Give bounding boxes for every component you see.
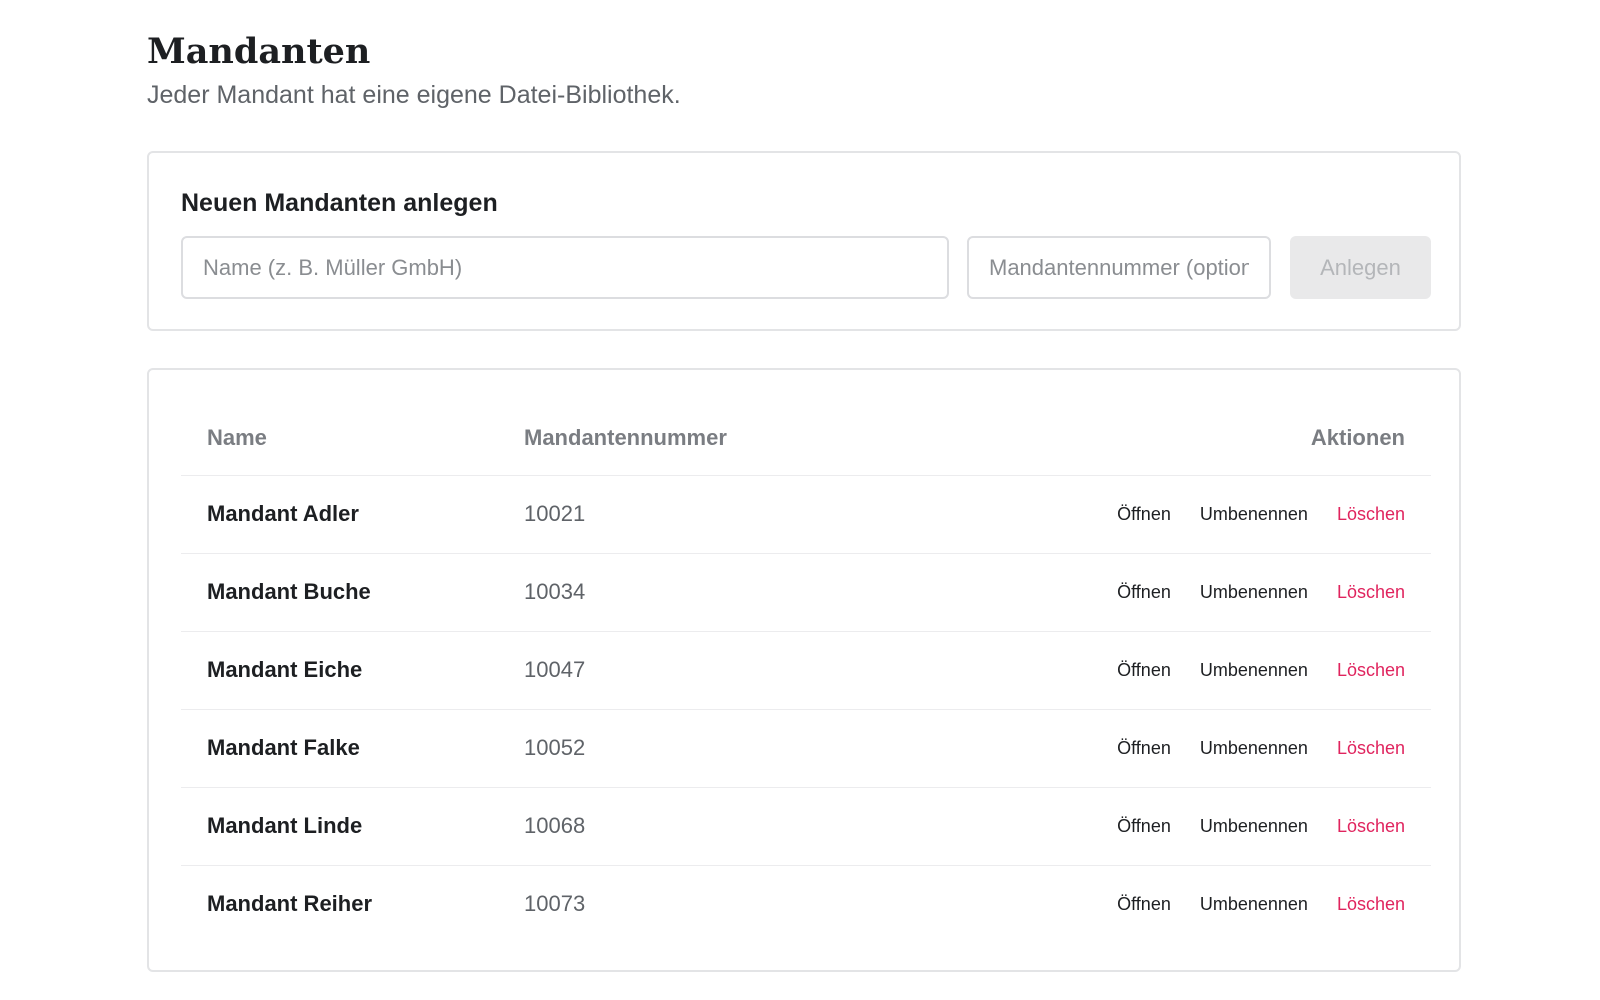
row-actions: Öffnen Umbenennen Löschen bbox=[1117, 734, 1405, 762]
rename-button[interactable]: Umbenennen bbox=[1200, 656, 1308, 684]
client-number: 10034 bbox=[524, 579, 586, 604]
table-row: Mandant Linde 10068 Öffnen Umbenennen Lösche… bbox=[181, 788, 1431, 866]
open-button[interactable]: Öffnen bbox=[1117, 734, 1171, 762]
table-row: Mandant Falke 10052 Öffnen Umbenennen Lösche… bbox=[181, 710, 1431, 788]
client-name: Mandant Linde bbox=[207, 813, 363, 838]
client-number: 10052 bbox=[524, 735, 586, 760]
row-actions: Öffnen Umbenennen Löschen bbox=[1117, 812, 1405, 840]
rename-button[interactable]: Umbenennen bbox=[1200, 734, 1308, 762]
client-name: Mandant Eiche bbox=[207, 657, 363, 682]
rename-button[interactable]: Umbenennen bbox=[1200, 578, 1308, 606]
open-button[interactable]: Öffnen bbox=[1117, 578, 1171, 606]
client-number: 10068 bbox=[524, 813, 586, 838]
table-header: Name Mandantennummer Aktionen bbox=[181, 398, 1431, 476]
open-button[interactable]: Öffnen bbox=[1117, 890, 1171, 918]
column-header-actions: Aktionen bbox=[1310, 425, 1405, 450]
client-table: Name Mandantennummer Aktionen Mandant Ad… bbox=[181, 398, 1431, 943]
rename-button[interactable]: Umbenennen bbox=[1200, 812, 1308, 840]
create-client-card: Neuen Mandanten anlegen Anlegen bbox=[147, 151, 1461, 331]
column-header-name: Name bbox=[207, 425, 267, 450]
column-header-number: Mandantennummer bbox=[524, 425, 727, 450]
page: Mandanten Jeder Mandant hat eine eigene … bbox=[0, 0, 1600, 1000]
table-row: Mandant Adler 10021 Öffnen Umbenennen Lösche… bbox=[181, 476, 1431, 554]
delete-button[interactable]: Löschen bbox=[1337, 656, 1405, 684]
client-name: Mandant Falke bbox=[207, 735, 360, 760]
row-actions: Öffnen Umbenennen Löschen bbox=[1117, 578, 1405, 606]
create-client-button[interactable]: Anlegen bbox=[1290, 236, 1431, 299]
table-row: Mandant Buche 10034 Öffnen Umbenennen Lösche… bbox=[181, 554, 1431, 632]
create-client-title: Neuen Mandanten anlegen bbox=[181, 189, 498, 217]
client-name: Mandant Adler bbox=[207, 501, 359, 526]
open-button[interactable]: Öffnen bbox=[1117, 656, 1171, 684]
table-row: Mandant Eiche 10047 Öffnen Umbenennen Lösche… bbox=[181, 632, 1431, 710]
client-number-input[interactable] bbox=[967, 236, 1271, 299]
open-button[interactable]: Öffnen bbox=[1117, 812, 1171, 840]
client-name: Mandant Reiher bbox=[207, 891, 373, 916]
delete-button[interactable]: Löschen bbox=[1337, 734, 1405, 762]
table-row: Mandant Reiher 10073 Öffnen Umbenennen Lösch… bbox=[181, 866, 1431, 943]
row-actions: Öffnen Umbenennen Löschen bbox=[1117, 890, 1405, 918]
client-name: Mandant Buche bbox=[207, 579, 371, 604]
page-subtitle: Jeder Mandant hat eine eigene Datei-Bibl… bbox=[147, 81, 681, 109]
open-button[interactable]: Öffnen bbox=[1117, 500, 1171, 528]
row-actions: Öffnen Umbenennen Löschen bbox=[1117, 656, 1405, 684]
table-body: Mandant Adler 10021 Öffnen Umbenennen Lösche… bbox=[181, 476, 1431, 943]
client-name-input[interactable] bbox=[181, 236, 949, 299]
client-number: 10021 bbox=[524, 501, 586, 526]
delete-button[interactable]: Löschen bbox=[1337, 578, 1405, 606]
client-number: 10047 bbox=[524, 657, 586, 682]
page-title: Mandanten bbox=[147, 31, 371, 72]
delete-button[interactable]: Löschen bbox=[1337, 500, 1405, 528]
row-actions: Öffnen Umbenennen Löschen bbox=[1117, 500, 1405, 528]
rename-button[interactable]: Umbenennen bbox=[1200, 890, 1308, 918]
client-list-card: Name Mandantennummer Aktionen Mandant Ad… bbox=[147, 368, 1461, 972]
rename-button[interactable]: Umbenennen bbox=[1200, 500, 1308, 528]
delete-button[interactable]: Löschen bbox=[1337, 812, 1405, 840]
delete-button[interactable]: Löschen bbox=[1337, 890, 1405, 918]
client-number: 10073 bbox=[524, 891, 586, 916]
